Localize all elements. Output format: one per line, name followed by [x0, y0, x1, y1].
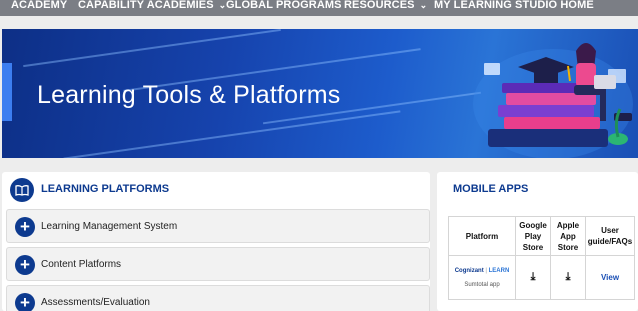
- table-header: Apple App Store: [550, 216, 586, 256]
- banner-streak: [23, 29, 281, 68]
- platform-cell: Cognizant | LEARN Sumtotal app: [448, 255, 516, 300]
- accordion-label: Content Platforms: [41, 259, 122, 270]
- mobile-apps-title: MOBILE APPS: [453, 183, 529, 195]
- accordion-content-platforms[interactable]: + Content Platforms: [6, 247, 430, 281]
- download-icon[interactable]: ⤓: [531, 271, 536, 283]
- nav-resources[interactable]: RESOURCES ⌄: [344, 0, 427, 14]
- nav-my-learning-studio-home-label: MY LEARNING STUDIO HOME: [434, 0, 594, 11]
- accordion-label: Assessments/Evaluation: [41, 297, 150, 308]
- plus-icon: +: [15, 293, 35, 311]
- view-link[interactable]: View: [601, 273, 619, 282]
- learning-platforms-card: LEARNING PLATFORMS + Learning Management…: [2, 172, 430, 311]
- chevron-down-icon: ⌄: [419, 0, 428, 10]
- nav-capability-academies-label: CAPABILITY ACADEMIES: [78, 0, 214, 11]
- learning-platforms-title: LEARNING PLATFORMS: [41, 183, 170, 195]
- google-play-cell: ⤓: [515, 255, 551, 300]
- table-header: Platform: [448, 216, 516, 256]
- banner-streak: [63, 110, 401, 158]
- nav-academy-label: ACADEMY: [11, 0, 68, 11]
- top-navigation: ACADEMY CAPABILITY ACADEMIES ⌄ GLOBAL PRO…: [0, 0, 638, 16]
- book-icon: [10, 178, 34, 202]
- nav-capability-academies[interactable]: CAPABILITY ACADEMIES ⌄: [78, 0, 226, 14]
- apple-store-cell: ⤓: [550, 255, 586, 300]
- nav-academy[interactable]: ACADEMY: [11, 0, 67, 14]
- nav-global-programs[interactable]: GLOBAL PROGRAMS: [226, 0, 342, 14]
- app-name: Sumtotal app: [464, 281, 500, 288]
- nav-my-learning-studio-home[interactable]: MY LEARNING STUDIO HOME: [434, 0, 594, 14]
- table-row: Cognizant | LEARN Sumtotal app ⤓ ⤓ View: [448, 255, 635, 300]
- nav-resources-label: RESOURCES: [344, 0, 415, 11]
- nav-global-programs-label: GLOBAL PROGRAMS: [226, 0, 342, 11]
- hero-banner: Learning Tools & Platforms: [2, 29, 638, 158]
- mobile-apps-table: Platform Google Play Store Apple App Sto…: [448, 216, 635, 300]
- cognizant-learn-logo: Cognizant | LEARN: [454, 267, 510, 274]
- banner-accent-bar: [2, 63, 12, 121]
- brand-name: Cognizant: [454, 267, 484, 274]
- plus-icon: +: [15, 217, 35, 237]
- user-guide-cell: View: [585, 255, 635, 300]
- accordion-assessments-evaluation[interactable]: + Assessments/Evaluation: [6, 285, 430, 311]
- brand-suffix: LEARN: [488, 267, 510, 274]
- plus-icon: +: [15, 255, 35, 275]
- download-icon[interactable]: ⤓: [566, 271, 571, 283]
- page-title: Learning Tools & Platforms: [37, 81, 341, 109]
- mobile-apps-card: MOBILE APPS Platform Google Play Store A…: [437, 172, 638, 311]
- learning-illustration-icon: [473, 43, 633, 158]
- accordion-label: Learning Management System: [41, 221, 178, 232]
- table-header: Google Play Store: [515, 216, 551, 256]
- table-header: User guide/FAQs: [585, 216, 635, 256]
- accordion-learning-management-system[interactable]: + Learning Management System: [6, 209, 430, 243]
